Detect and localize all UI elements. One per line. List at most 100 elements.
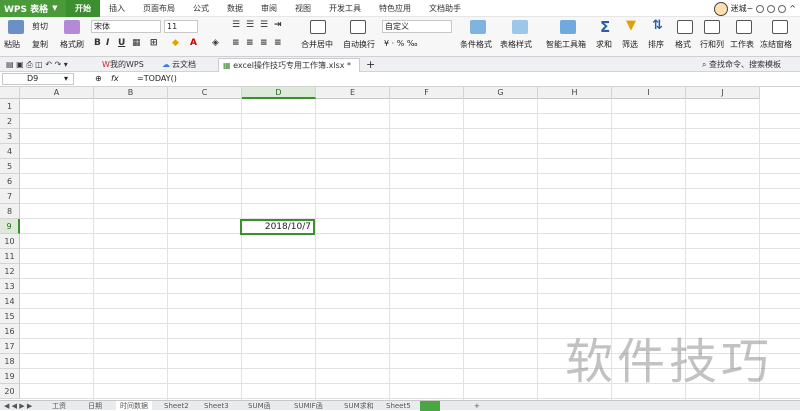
row-header-18[interactable]: 18 — [0, 354, 20, 369]
row-header-7[interactable]: 7 — [0, 189, 20, 204]
tab-insert[interactable]: 插入 — [100, 0, 134, 17]
cut-button[interactable]: 剪切 — [32, 21, 48, 32]
column-header-a[interactable]: A — [20, 87, 94, 99]
column-header-e[interactable]: E — [316, 87, 390, 99]
align-middle-icon[interactable]: ☰ — [246, 20, 254, 30]
tab-view[interactable]: 视图 — [286, 0, 320, 17]
conditional-format-icon[interactable] — [470, 20, 486, 34]
row-header-8[interactable]: 8 — [0, 204, 20, 219]
row-col-button[interactable]: 行和列 — [700, 39, 724, 50]
merge-center-icon[interactable] — [310, 20, 326, 34]
skin-icon[interactable] — [778, 4, 787, 13]
zoom-icon[interactable]: ⊕ — [95, 74, 102, 83]
underline-button[interactable]: U — [118, 38, 125, 48]
sum-icon[interactable]: Σ — [600, 18, 610, 36]
column-header-g[interactable]: G — [464, 87, 538, 99]
tab-review[interactable]: 审阅 — [252, 0, 286, 17]
column-header-c[interactable]: C — [168, 87, 242, 99]
column-header-h[interactable]: H — [538, 87, 612, 99]
wrap-text-button[interactable]: 自动换行 — [343, 39, 375, 50]
filter-button[interactable]: 筛选 — [622, 39, 638, 50]
merge-icon[interactable]: ⊞ — [150, 38, 158, 48]
table-style-icon[interactable] — [512, 20, 528, 34]
tab-data[interactable]: 数据 — [218, 0, 252, 17]
search-command-box[interactable]: ⌕ 查找命令、搜索模板 — [698, 58, 785, 72]
row-header-12[interactable]: 12 — [0, 264, 20, 279]
paste-button[interactable]: 粘贴 — [4, 39, 20, 50]
tab-my-wps[interactable]: 我的WPS — [106, 58, 148, 72]
row-header-20[interactable]: 20 — [0, 384, 20, 399]
column-header-i[interactable]: I — [612, 87, 686, 99]
tab-current-file[interactable]: ▦ excel操作技巧专用工作簿.xlsx * × — [218, 58, 360, 83]
fill-color-icon[interactable]: ◆ — [172, 38, 179, 48]
format-button[interactable]: 格式 — [675, 39, 691, 50]
row-header-14[interactable]: 14 — [0, 294, 20, 309]
row-header-10[interactable]: 10 — [0, 234, 20, 249]
user-name[interactable]: 迷城~ — [731, 3, 754, 14]
row-header-3[interactable]: 3 — [0, 129, 20, 144]
row-header-15[interactable]: 15 — [0, 309, 20, 324]
tab-developer[interactable]: 开发工具 — [320, 0, 370, 17]
smart-toolbox-button[interactable]: 智能工具箱 — [546, 39, 586, 50]
italic-button[interactable]: I — [106, 38, 109, 48]
worksheet-icon[interactable] — [736, 20, 752, 34]
number-format-select[interactable]: 自定义 — [382, 20, 452, 33]
row-col-icon[interactable] — [704, 20, 720, 34]
border-icon[interactable]: ▦ — [132, 38, 141, 48]
number-format-buttons[interactable]: ¥ · % ‰ — [384, 39, 418, 48]
avatar[interactable] — [713, 1, 728, 16]
minimize-ribbon-icon[interactable]: ^ — [789, 4, 796, 13]
bold-button[interactable]: B — [94, 38, 101, 48]
format-icon[interactable] — [677, 20, 693, 34]
conditional-format-button[interactable]: 条件格式 — [460, 39, 492, 50]
help-icon[interactable] — [756, 4, 765, 13]
wrap-text-icon[interactable] — [350, 20, 366, 34]
row-header-9[interactable]: 9 — [0, 219, 20, 234]
format-painter-icon[interactable] — [64, 20, 80, 34]
active-cell-d9[interactable]: 2018/10/7 — [240, 219, 315, 235]
settings-icon[interactable] — [767, 4, 776, 13]
column-header-b[interactable]: B — [94, 87, 168, 99]
row-header-13[interactable]: 13 — [0, 279, 20, 294]
freeze-icon[interactable] — [772, 20, 788, 34]
tab-home[interactable]: 开始 — [66, 0, 100, 17]
tab-cloud-docs[interactable]: 云文档 — [168, 58, 200, 72]
chevron-down-icon[interactable]: ▾ — [64, 74, 68, 83]
smart-toolbox-icon[interactable] — [560, 20, 576, 34]
column-header-d[interactable]: D — [242, 87, 316, 99]
font-name-select[interactable]: 宋体 — [91, 20, 161, 33]
sum-button[interactable]: 求和 — [596, 39, 612, 50]
row-header-4[interactable]: 4 — [0, 144, 20, 159]
quick-access-toolbar[interactable]: ▤ ▣ ⎙ ◫ ↶ ↷ ▾ — [2, 58, 72, 72]
font-color-icon[interactable]: A — [190, 38, 197, 48]
sort-icon[interactable]: ⇅ — [652, 18, 663, 33]
column-header-f[interactable]: F — [390, 87, 464, 99]
formula-input[interactable]: =TODAY() — [137, 74, 177, 83]
row-header-2[interactable]: 2 — [0, 114, 20, 129]
tab-formulas[interactable]: 公式 — [184, 0, 218, 17]
justify-icon[interactable]: ≡ — [274, 38, 282, 48]
clear-format-icon[interactable]: ◈ — [212, 38, 219, 48]
sort-button[interactable]: 排序 — [648, 39, 664, 50]
row-header-11[interactable]: 11 — [0, 249, 20, 264]
tab-page-layout[interactable]: 页面布局 — [134, 0, 184, 17]
row-header-16[interactable]: 16 — [0, 324, 20, 339]
table-style-button[interactable]: 表格样式 — [500, 39, 532, 50]
tab-features[interactable]: 特色应用 — [370, 0, 420, 17]
select-all-corner[interactable] — [0, 87, 20, 99]
insert-function-button[interactable]: fx — [111, 74, 119, 83]
row-header-1[interactable]: 1 — [0, 99, 20, 114]
align-bottom-icon[interactable]: ☰ — [260, 20, 268, 30]
copy-button[interactable]: 复制 — [32, 39, 48, 50]
paste-icon[interactable] — [8, 20, 24, 34]
tab-doc-assistant[interactable]: 文档助手 — [420, 0, 470, 17]
row-header-5[interactable]: 5 — [0, 159, 20, 174]
format-painter-button[interactable]: 格式刷 — [60, 39, 84, 50]
indent-icon[interactable]: ⇥ — [274, 20, 282, 30]
align-left-icon[interactable]: ≡ — [232, 38, 240, 48]
column-header-j[interactable]: J — [686, 87, 760, 99]
row-header-6[interactable]: 6 — [0, 174, 20, 189]
font-size-select[interactable]: 11 — [164, 20, 198, 33]
new-tab-button[interactable]: + — [362, 58, 379, 72]
wps-logo-button[interactable]: WPS 表格 ▼ — [0, 0, 66, 17]
